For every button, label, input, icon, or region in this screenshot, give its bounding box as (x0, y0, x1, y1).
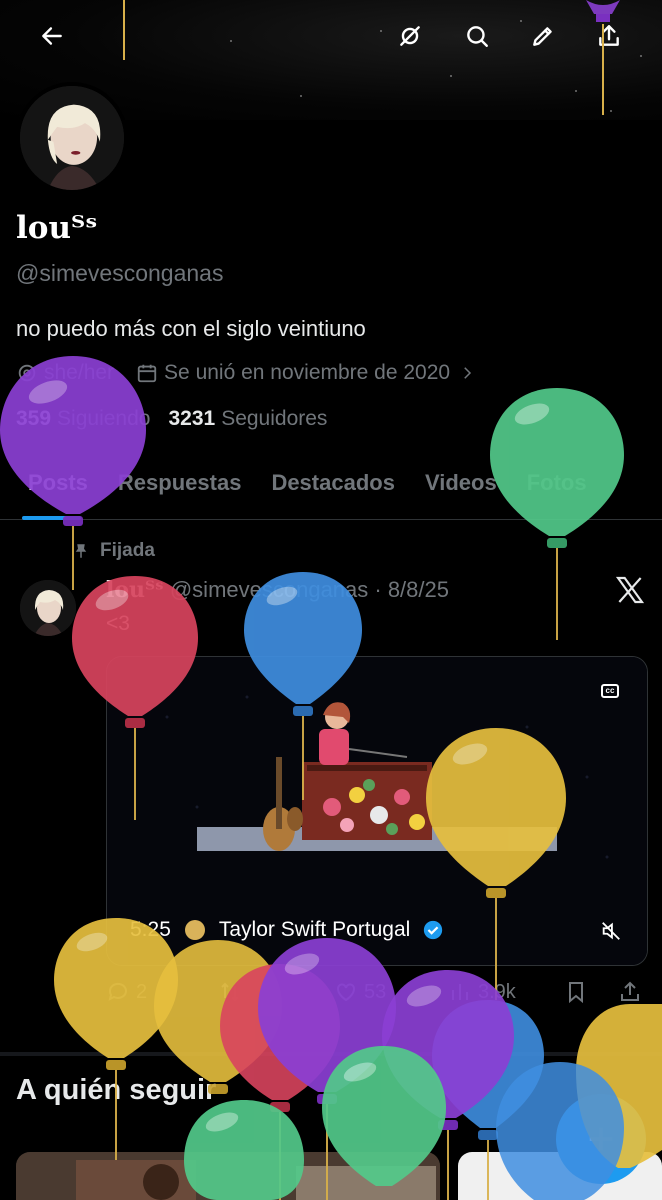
banner-star (610, 110, 612, 112)
post-author-avatar[interactable] (20, 580, 76, 636)
post-author-name[interactable]: louᵀˢ (106, 577, 164, 603)
heart-icon (337, 983, 355, 1002)
tab-posts[interactable]: Posts (0, 462, 103, 520)
verified-badge-icon (424, 920, 443, 940)
like-count: 53 (364, 980, 387, 1003)
plus-icon (589, 1127, 613, 1151)
share-icon (599, 25, 619, 46)
source-avatar-icon (184, 920, 205, 940)
edit-button[interactable] (521, 14, 565, 58)
back-button[interactable] (30, 14, 74, 58)
followers-link[interactable]: 3231 Seguidores (168, 407, 327, 431)
bookmark-icon (569, 982, 583, 1004)
following-count: 359 (16, 407, 52, 430)
views-icon (452, 984, 468, 1000)
view-count: 3.9k (478, 980, 516, 1003)
tab-photos[interactable]: Fotos (512, 462, 602, 520)
pronouns-text: she/her (44, 361, 115, 384)
avatar-photo (20, 86, 124, 190)
banner-star (450, 75, 452, 77)
profile-tabs: Posts Respuestas Destacados Videos Fotos (0, 462, 662, 520)
x-logo-icon (615, 576, 645, 604)
views-button[interactable]: 3.9k (448, 980, 516, 1004)
post-author-meta[interactable]: @simevesconganas · 8/8/25 (170, 577, 449, 602)
grok-icon (400, 26, 420, 46)
following-link[interactable]: 359 Siguiendo (16, 407, 150, 431)
search-icon (467, 26, 488, 47)
pin-icon (75, 544, 87, 558)
profile-meta: she/her Se unió en noviembre de 2020 (16, 358, 482, 388)
tab-replies[interactable]: Respuestas (103, 462, 257, 520)
tab-videos[interactable]: Videos (410, 462, 512, 520)
post-share-button[interactable] (618, 980, 642, 1004)
edit-icon (533, 27, 552, 46)
profile-bio: no puedo más con el siglo veintiuno (16, 316, 366, 341)
followers-count: 3231 (168, 407, 216, 430)
suggestion-card[interactable] (16, 1152, 440, 1200)
repost-icon (221, 982, 239, 1002)
banner-star (575, 90, 577, 92)
avatar-photo (20, 580, 76, 636)
profile-avatar[interactable] (16, 82, 128, 194)
pronouns-icon (18, 364, 36, 382)
like-button[interactable]: 53 (334, 980, 386, 1004)
joined-date: Se unió en noviembre de 2020 (164, 361, 451, 384)
follow-stats: 359 Siguiendo 3231 Seguidores (16, 407, 327, 431)
pinned-indicator: Fijada (72, 540, 155, 562)
chevron-right-icon[interactable] (458, 364, 476, 382)
banner-star (300, 95, 302, 97)
followers-label: Seguidores (221, 407, 328, 430)
banner-star (380, 30, 382, 32)
following-label: Siguiendo (57, 407, 151, 430)
video-source[interactable]: Taylor Swift Portugal (219, 918, 410, 942)
grok-button[interactable] (388, 14, 432, 58)
share-button[interactable] (587, 14, 631, 58)
post-actions: 2 53 3.9k (106, 980, 646, 1012)
profile-name: louᵀˢ (16, 210, 98, 246)
arrow-left-icon (42, 27, 62, 45)
bookmark-button[interactable] (564, 980, 588, 1004)
video-duration: 5:25 (130, 918, 171, 941)
post-header: louᵀˢ @simevesconganas · 8/8/25 (106, 577, 449, 603)
section-divider (0, 1052, 662, 1056)
suggestion-card-image (16, 1152, 440, 1200)
reply-count: 2 (136, 980, 148, 1003)
search-button[interactable] (455, 14, 499, 58)
who-to-follow-title: A quién seguir (16, 1074, 217, 1106)
pinned-label: Fijada (100, 540, 155, 561)
profile-handle: @simevesconganas (16, 260, 224, 286)
banner-star (640, 55, 642, 57)
reply-button[interactable]: 2 (106, 980, 147, 1004)
share-icon (621, 981, 639, 1001)
post-text: <3 (106, 612, 130, 635)
tab-highlights[interactable]: Destacados (256, 462, 410, 520)
video-info: 5:25 Taylor Swift Portugal (130, 918, 444, 942)
captions-button[interactable]: cc (601, 684, 619, 698)
repost-button[interactable] (218, 980, 242, 1004)
reply-icon (108, 982, 127, 1001)
mute-icon[interactable] (600, 920, 622, 942)
calendar-icon (137, 364, 157, 383)
compose-button[interactable] (556, 1094, 646, 1184)
banner-star (230, 40, 232, 42)
